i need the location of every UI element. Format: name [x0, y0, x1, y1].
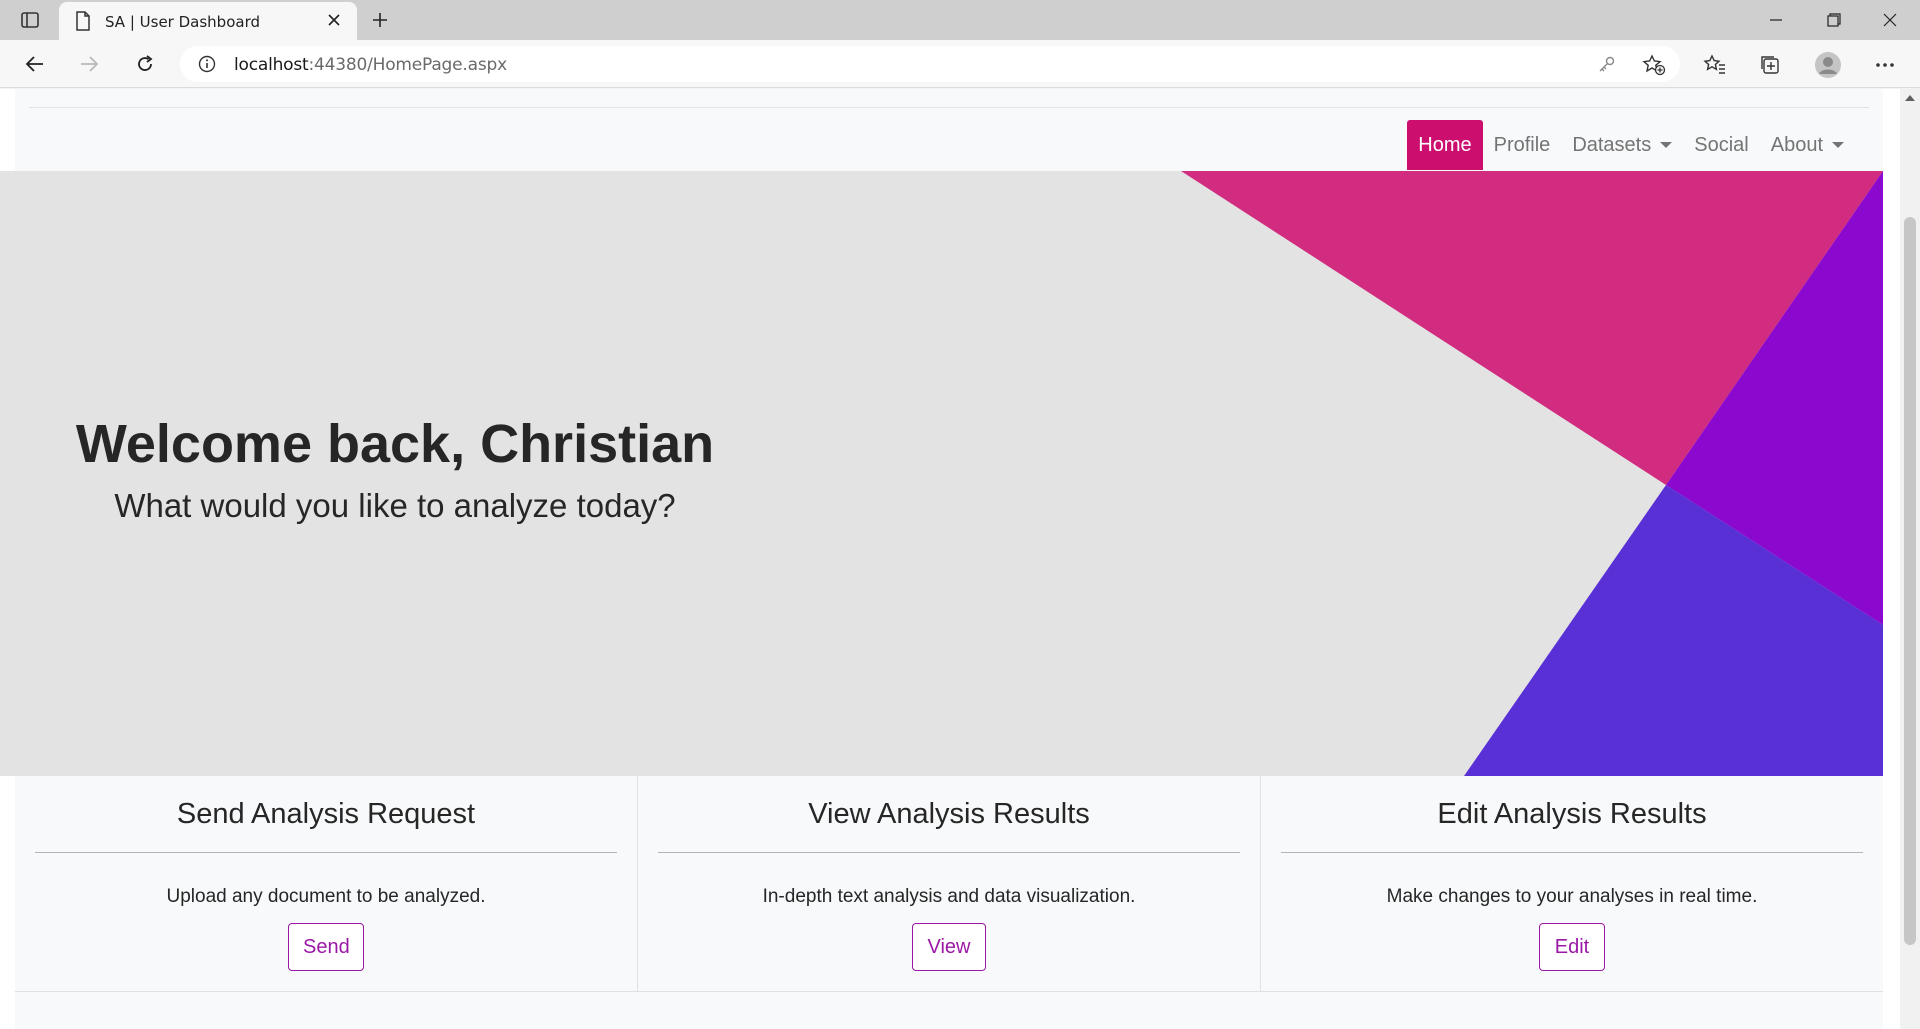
- vertical-scrollbar[interactable]: [1900, 89, 1920, 1029]
- caret-down-icon: [1660, 142, 1673, 148]
- nav-about-label: About: [1770, 133, 1823, 156]
- welcome-heading: Welcome back, Christian: [75, 414, 715, 474]
- tab-title: SA | User Dashboard: [105, 13, 260, 31]
- card-divider: [1281, 852, 1863, 853]
- add-favorite-icon[interactable]: [1642, 54, 1666, 81]
- nav-links: Home Profile Datasets Social About: [1407, 120, 1855, 170]
- minimize-icon[interactable]: [1756, 6, 1796, 34]
- more-options-icon[interactable]: [1870, 50, 1900, 80]
- hero-banner: Welcome back, Christian What would you l…: [0, 171, 1883, 776]
- send-analysis-card: Send Analysis Request Upload any documen…: [15, 776, 638, 991]
- edit-button[interactable]: Edit: [1539, 923, 1605, 971]
- collections-icon[interactable]: [1755, 50, 1785, 80]
- scroll-up-icon[interactable]: [1905, 95, 1915, 101]
- card-title: Send Analysis Request: [176, 798, 476, 830]
- navbar-divider: [29, 107, 1869, 108]
- favorites-icon[interactable]: [1700, 50, 1730, 80]
- address-bar[interactable]: localhost:44380/HomePage.aspx: [180, 46, 1680, 82]
- nav-home-label: Home: [1418, 133, 1472, 156]
- card-divider: [658, 852, 1240, 853]
- nav-home[interactable]: Home: [1407, 120, 1483, 170]
- action-cards: Send Analysis Request Upload any documen…: [15, 776, 1883, 992]
- tab-actions-icon[interactable]: [14, 9, 46, 31]
- card-description: In-depth text analysis and data visualiz…: [762, 886, 1136, 907]
- page-icon: [75, 11, 91, 36]
- url-text[interactable]: localhost:44380/HomePage.aspx: [234, 55, 507, 75]
- view-analysis-card: View Analysis Results In-depth text anal…: [638, 776, 1261, 991]
- nav-datasets-dropdown[interactable]: Datasets: [1561, 120, 1683, 170]
- caret-down-icon: [1832, 142, 1844, 148]
- welcome-subheading: What would you like to analyze today?: [114, 487, 676, 524]
- restore-icon[interactable]: [1814, 6, 1854, 34]
- edit-analysis-card: Edit Analysis Results Make changes to yo…: [1261, 776, 1883, 991]
- nav-social[interactable]: Social: [1683, 120, 1759, 170]
- new-tab-icon[interactable]: [366, 8, 394, 32]
- card-description: Upload any document to be analyzed.: [166, 886, 486, 907]
- close-tab-icon[interactable]: [325, 11, 343, 34]
- forward-arrow-icon[interactable]: [73, 49, 105, 79]
- page-footer-area: [15, 992, 1883, 1029]
- profile-avatar-icon[interactable]: [1813, 50, 1843, 80]
- scrollbar-thumb[interactable]: [1904, 217, 1916, 945]
- card-title: View Analysis Results: [808, 798, 1090, 830]
- nav-social-label: Social: [1694, 133, 1749, 156]
- browser-tab-strip: SA | User Dashboard: [0, 0, 1920, 40]
- back-arrow-icon[interactable]: [19, 49, 51, 79]
- close-window-icon[interactable]: [1870, 6, 1910, 34]
- key-icon[interactable]: [1598, 55, 1616, 78]
- url-host: localhost: [234, 55, 309, 75]
- site-navbar: Home Profile Datasets Social About: [15, 89, 1883, 171]
- page-viewport: Home Profile Datasets Social About Welco…: [0, 89, 1900, 1029]
- view-button[interactable]: View: [912, 923, 986, 971]
- nav-profile-label: Profile: [1493, 133, 1551, 156]
- send-button[interactable]: Send: [288, 923, 364, 971]
- card-divider: [35, 852, 617, 853]
- nav-datasets-label: Datasets: [1572, 133, 1652, 156]
- card-title: Edit Analysis Results: [1437, 798, 1707, 830]
- card-description: Make changes to your analyses in real ti…: [1386, 886, 1758, 907]
- browser-toolbar: localhost:44380/HomePage.aspx: [0, 40, 1920, 88]
- browser-tab[interactable]: SA | User Dashboard: [59, 2, 357, 40]
- url-path: :44380/HomePage.aspx: [308, 55, 508, 75]
- nav-about-dropdown[interactable]: About: [1760, 120, 1855, 170]
- site-info-icon[interactable]: [198, 55, 216, 78]
- refresh-icon[interactable]: [129, 49, 161, 79]
- nav-profile[interactable]: Profile: [1483, 120, 1562, 170]
